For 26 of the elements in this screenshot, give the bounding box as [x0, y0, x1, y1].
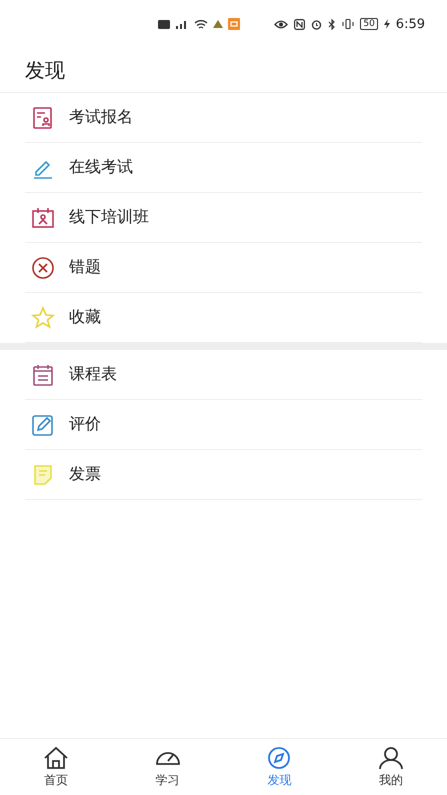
eye-icon [274, 20, 288, 28]
person-icon [377, 746, 406, 770]
menu-item[interactable]: 错题 [25, 243, 422, 293]
bluetooth-icon [328, 18, 336, 30]
home-icon [42, 746, 70, 770]
page-title: 发现 [25, 56, 65, 84]
signal-icon [175, 19, 189, 29]
menu-item[interactable]: 考试报名 [25, 93, 422, 143]
alarm-icon [311, 18, 322, 30]
nfc-icon [294, 18, 306, 30]
battery-level: 50 [360, 18, 378, 30]
vibrate-icon [342, 19, 354, 29]
menu-item[interactable]: 线下培训班 [25, 193, 422, 243]
tab-item[interactable]: 首页 [0, 739, 112, 795]
menu-item[interactable]: 评价 [25, 400, 422, 450]
clock-time: 6:59 [396, 16, 425, 32]
wifi-icon [194, 18, 208, 30]
tab-item[interactable]: 我的 [335, 739, 447, 795]
tab-item[interactable]: 发现 [224, 739, 336, 795]
menu-item[interactable]: 在线考试 [25, 143, 422, 193]
app-notification-icon [228, 18, 240, 30]
triangle-icon [213, 20, 223, 28]
menu-item[interactable]: 课程表 [25, 350, 422, 400]
menu-item[interactable]: 发票 [25, 450, 422, 500]
tab-item[interactable]: 学习 [112, 739, 224, 795]
charging-icon [384, 19, 390, 29]
